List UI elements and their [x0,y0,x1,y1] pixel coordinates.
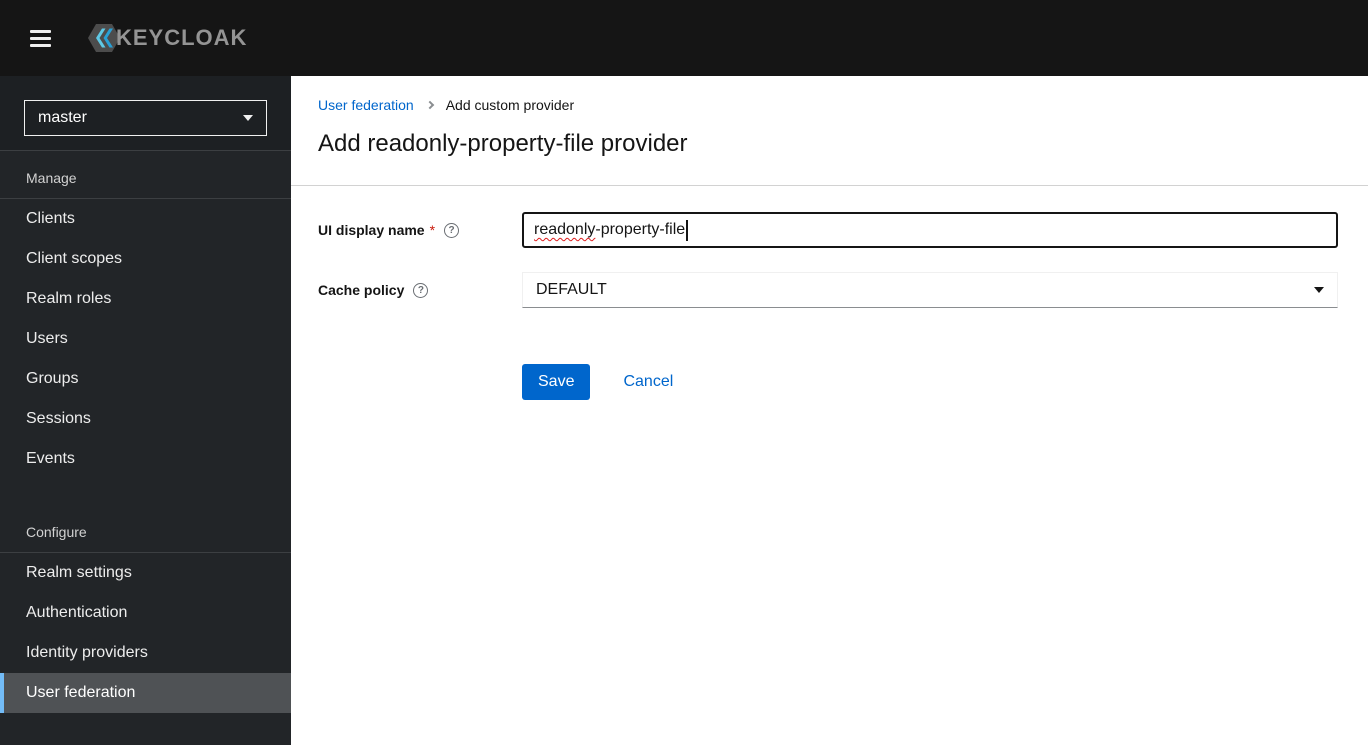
caret-down-icon [1314,287,1324,293]
breadcrumb: User federation Add custom provider [318,97,1338,113]
sidebar-item-user-federation[interactable]: User federation [0,673,291,713]
angle-right-icon [425,100,434,110]
help-icon[interactable]: ? [413,282,429,298]
ui-display-name-row: UI display name * ? readonly-property-fi… [318,212,1338,248]
breadcrumb-current: Add custom provider [445,97,575,113]
realm-name: master [38,109,87,126]
realm-selector-area: master [0,76,291,151]
nav-section-title-manage: Manage [0,151,291,199]
help-icon[interactable]: ? [444,222,460,238]
breadcrumb-link-user-federation[interactable]: User federation [318,97,414,113]
form-actions-row: Save Cancel [318,364,1338,400]
sidebar-item-realm-roles[interactable]: Realm roles [0,279,291,319]
cancel-button[interactable]: Cancel [623,373,673,391]
page-header-section: User federation Add custom provider Add … [291,76,1368,186]
nav-section-title-configure: Configure [0,479,291,553]
save-button[interactable]: Save [522,364,591,400]
sidebar-item-sessions[interactable]: Sessions [0,399,291,439]
input-value-misspelled: readonly [534,221,596,238]
chevron-down-icon [243,115,253,121]
ui-display-name-label: UI display name [318,222,425,238]
sidebar-item-client-scopes[interactable]: Client scopes [0,239,291,279]
keycloak-logo: KEYCLOAK [87,23,247,53]
sidebar: master Manage Clients Client scopes Real… [0,76,291,745]
keycloak-admin-console: KEYCLOAK master Manage Clients Client sc… [0,0,1368,745]
nav-section-manage: Manage Clients Client scopes Realm roles… [0,151,291,479]
ui-display-name-input[interactable]: readonly-property-file [522,212,1338,248]
sidebar-nav: Manage Clients Client scopes Realm roles… [0,151,291,745]
text-cursor [686,219,688,241]
main-content: User federation Add custom provider Add … [291,76,1368,745]
sidebar-item-authentication[interactable]: Authentication [0,593,291,633]
app-header: KEYCLOAK [0,0,1368,76]
hamburger-icon [30,29,51,47]
sidebar-item-events[interactable]: Events [0,439,291,479]
nav-toggle-button[interactable] [26,22,55,55]
page-title: Add readonly-property-file provider [318,130,688,157]
sidebar-item-clients[interactable]: Clients [0,199,291,239]
add-provider-form: UI display name * ? readonly-property-fi… [291,186,1368,424]
nav-section-configure: Configure Realm settings Authentication … [0,479,291,713]
cache-policy-select[interactable]: DEFAULT [522,272,1338,308]
sidebar-item-groups[interactable]: Groups [0,359,291,399]
required-asterisk: * [429,222,436,238]
realm-selector[interactable]: master [24,100,267,136]
sidebar-item-users[interactable]: Users [0,319,291,359]
brand-text: KEYCLOAK [116,25,248,50]
sidebar-item-realm-settings[interactable]: Realm settings [0,553,291,593]
input-value-rest: -property-file [595,221,686,238]
cache-policy-label: Cache policy [318,282,405,298]
cache-policy-row: Cache policy ? DEFAULT [318,272,1338,308]
sidebar-item-identity-providers[interactable]: Identity providers [0,633,291,673]
cache-policy-value: DEFAULT [536,281,607,298]
